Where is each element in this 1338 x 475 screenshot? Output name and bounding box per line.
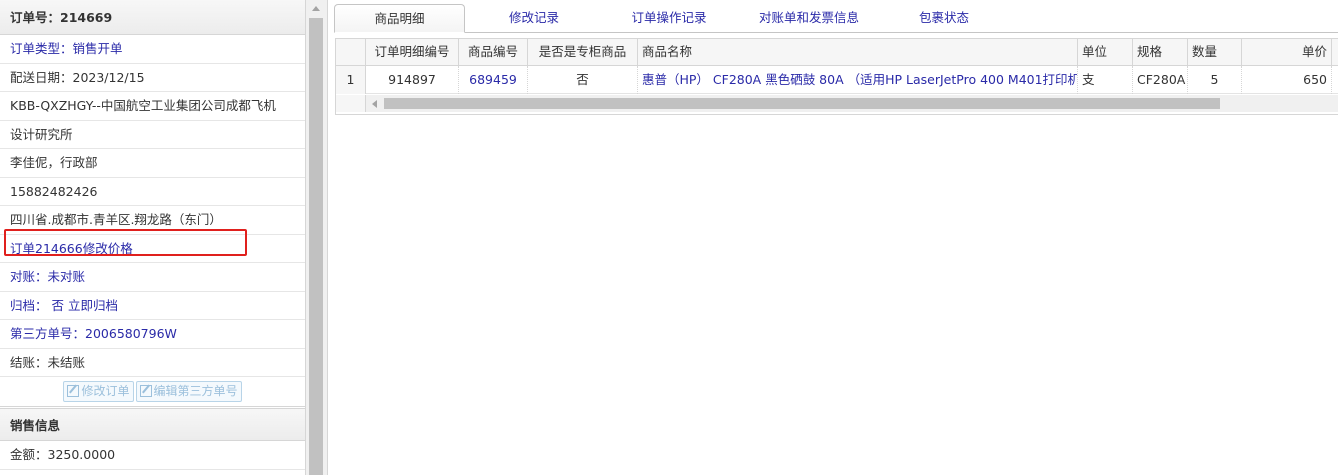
company-line-1: KBB-QXZHGY--中国航空工业集团公司成都飞机 <box>0 92 305 121</box>
cell-is-counter: 否 <box>528 66 638 94</box>
scroll-up-arrow-icon[interactable] <box>312 6 320 11</box>
col-header-product-name[interactable]: 商品名称 <box>638 39 1078 66</box>
action-buttons: 修改订单 编辑第三方单号 <box>0 377 305 407</box>
product-grid: 订单明细编号 商品编号 是否是专柜商品 商品名称 单位 规格 数量 单价 1 9… <box>335 38 1338 115</box>
scroll-corner <box>336 95 366 112</box>
edit-third-party-button[interactable]: 编辑第三方单号 <box>135 381 242 402</box>
col-header-detail-id[interactable]: 订单明细编号 <box>366 39 459 66</box>
sales-amount: 金额：3250.0000 <box>0 441 305 470</box>
detail-panel: 商品明细 修改记录 订单操作记录 对账单和发票信息 包裹状态 订单明细编号 商品… <box>329 0 1338 475</box>
company-line-2: 设计研究所 <box>0 121 305 149</box>
cell-unit: 支 <box>1078 66 1133 94</box>
left-panel-scrollbar[interactable] <box>306 0 328 475</box>
contact-person: 李佳伲，行政部 <box>0 149 305 178</box>
cell-qty: 5 <box>1188 66 1242 94</box>
col-header-product-id[interactable]: 商品编号 <box>459 39 528 66</box>
order-info-panel: 订单号：214669 订单类型：销售开单 配送日期：2023/12/15 KBB… <box>0 0 306 475</box>
col-header-is-counter[interactable]: 是否是专柜商品 <box>528 39 638 66</box>
reconcile-value: 未对账 <box>47 269 86 284</box>
third-party-value: 2006580796W <box>85 326 177 341</box>
third-party-label: 第三方单号： <box>10 326 86 341</box>
tab-operation-records[interactable]: 订单操作记录 <box>614 4 724 33</box>
edit-order-button[interactable]: 修改订单 <box>63 381 134 402</box>
col-header-price[interactable]: 单价 <box>1242 39 1332 66</box>
rownum-header <box>336 39 366 66</box>
archive-value: 否 <box>51 297 65 313</box>
edit-third-party-label: 编辑第三方单号 <box>153 384 238 398</box>
horizontal-scrollbar-thumb[interactable] <box>384 98 1220 109</box>
tab-statement-invoice[interactable]: 对账单和发票信息 <box>744 4 874 33</box>
cell-detail-id: 914897 <box>366 66 459 94</box>
delivery-date: 配送日期：2023/12/15 <box>0 64 305 92</box>
archive-label: 归档： <box>10 297 48 313</box>
col-header-qty[interactable]: 数量 <box>1188 39 1242 66</box>
tab-product-detail[interactable]: 商品明细 <box>334 4 465 33</box>
order-type-label: 订单类型： <box>10 41 73 56</box>
grid-horizontal-scrollbar[interactable] <box>366 95 1338 112</box>
order-type-value: 销售开单 <box>72 41 123 56</box>
table-row[interactable]: 1 914897 689459 否 惠普（HP） CF280A 黑色硒鼓 80A… <box>336 66 1338 94</box>
row-number: 1 <box>336 66 366 94</box>
edit-order-label: 修改订单 <box>81 384 130 398</box>
cell-product-id-link[interactable]: 689459 <box>459 66 528 94</box>
col-header-spec[interactable]: 规格 <box>1133 39 1188 66</box>
edit-icon <box>67 385 80 397</box>
reconcile-row: 对账：未对账 <box>0 263 305 292</box>
edit-icon <box>139 385 152 397</box>
col-header-unit[interactable]: 单位 <box>1078 39 1133 66</box>
sales-info-title: 销售信息 <box>0 408 305 441</box>
cell-spec: CF280A <box>1133 66 1188 94</box>
archive-now-link[interactable]: 立即归档 <box>68 298 118 313</box>
highlight-box <box>4 229 247 256</box>
archive-row: 归档： 否 立即归档 <box>0 292 305 320</box>
scrollbar-thumb[interactable] <box>309 18 323 475</box>
order-type-row: 订单类型：销售开单 <box>0 35 305 64</box>
phone-number: 15882482426 <box>0 178 305 206</box>
tab-modify-records[interactable]: 修改记录 <box>484 4 584 33</box>
tab-bar: 商品明细 修改记录 订单操作记录 对账单和发票信息 包裹状态 <box>334 4 1338 33</box>
grid-header: 订单明细编号 商品编号 是否是专柜商品 商品名称 单位 规格 数量 单价 <box>336 39 1338 66</box>
cell-product-name-link[interactable]: 惠普（HP） CF280A 黑色硒鼓 80A （适用HP LaserJetPro… <box>638 66 1078 94</box>
cell-price: 650 <box>1242 66 1332 94</box>
third-party-row: 第三方单号：2006580796W <box>0 320 305 349</box>
scroll-left-arrow-icon[interactable] <box>372 100 377 108</box>
tab-package-status[interactable]: 包裹状态 <box>899 4 989 33</box>
settle-status: 结账：未结账 <box>0 349 305 377</box>
reconcile-label: 对账： <box>10 269 48 284</box>
order-number-title: 订单号：214669 <box>0 0 305 35</box>
